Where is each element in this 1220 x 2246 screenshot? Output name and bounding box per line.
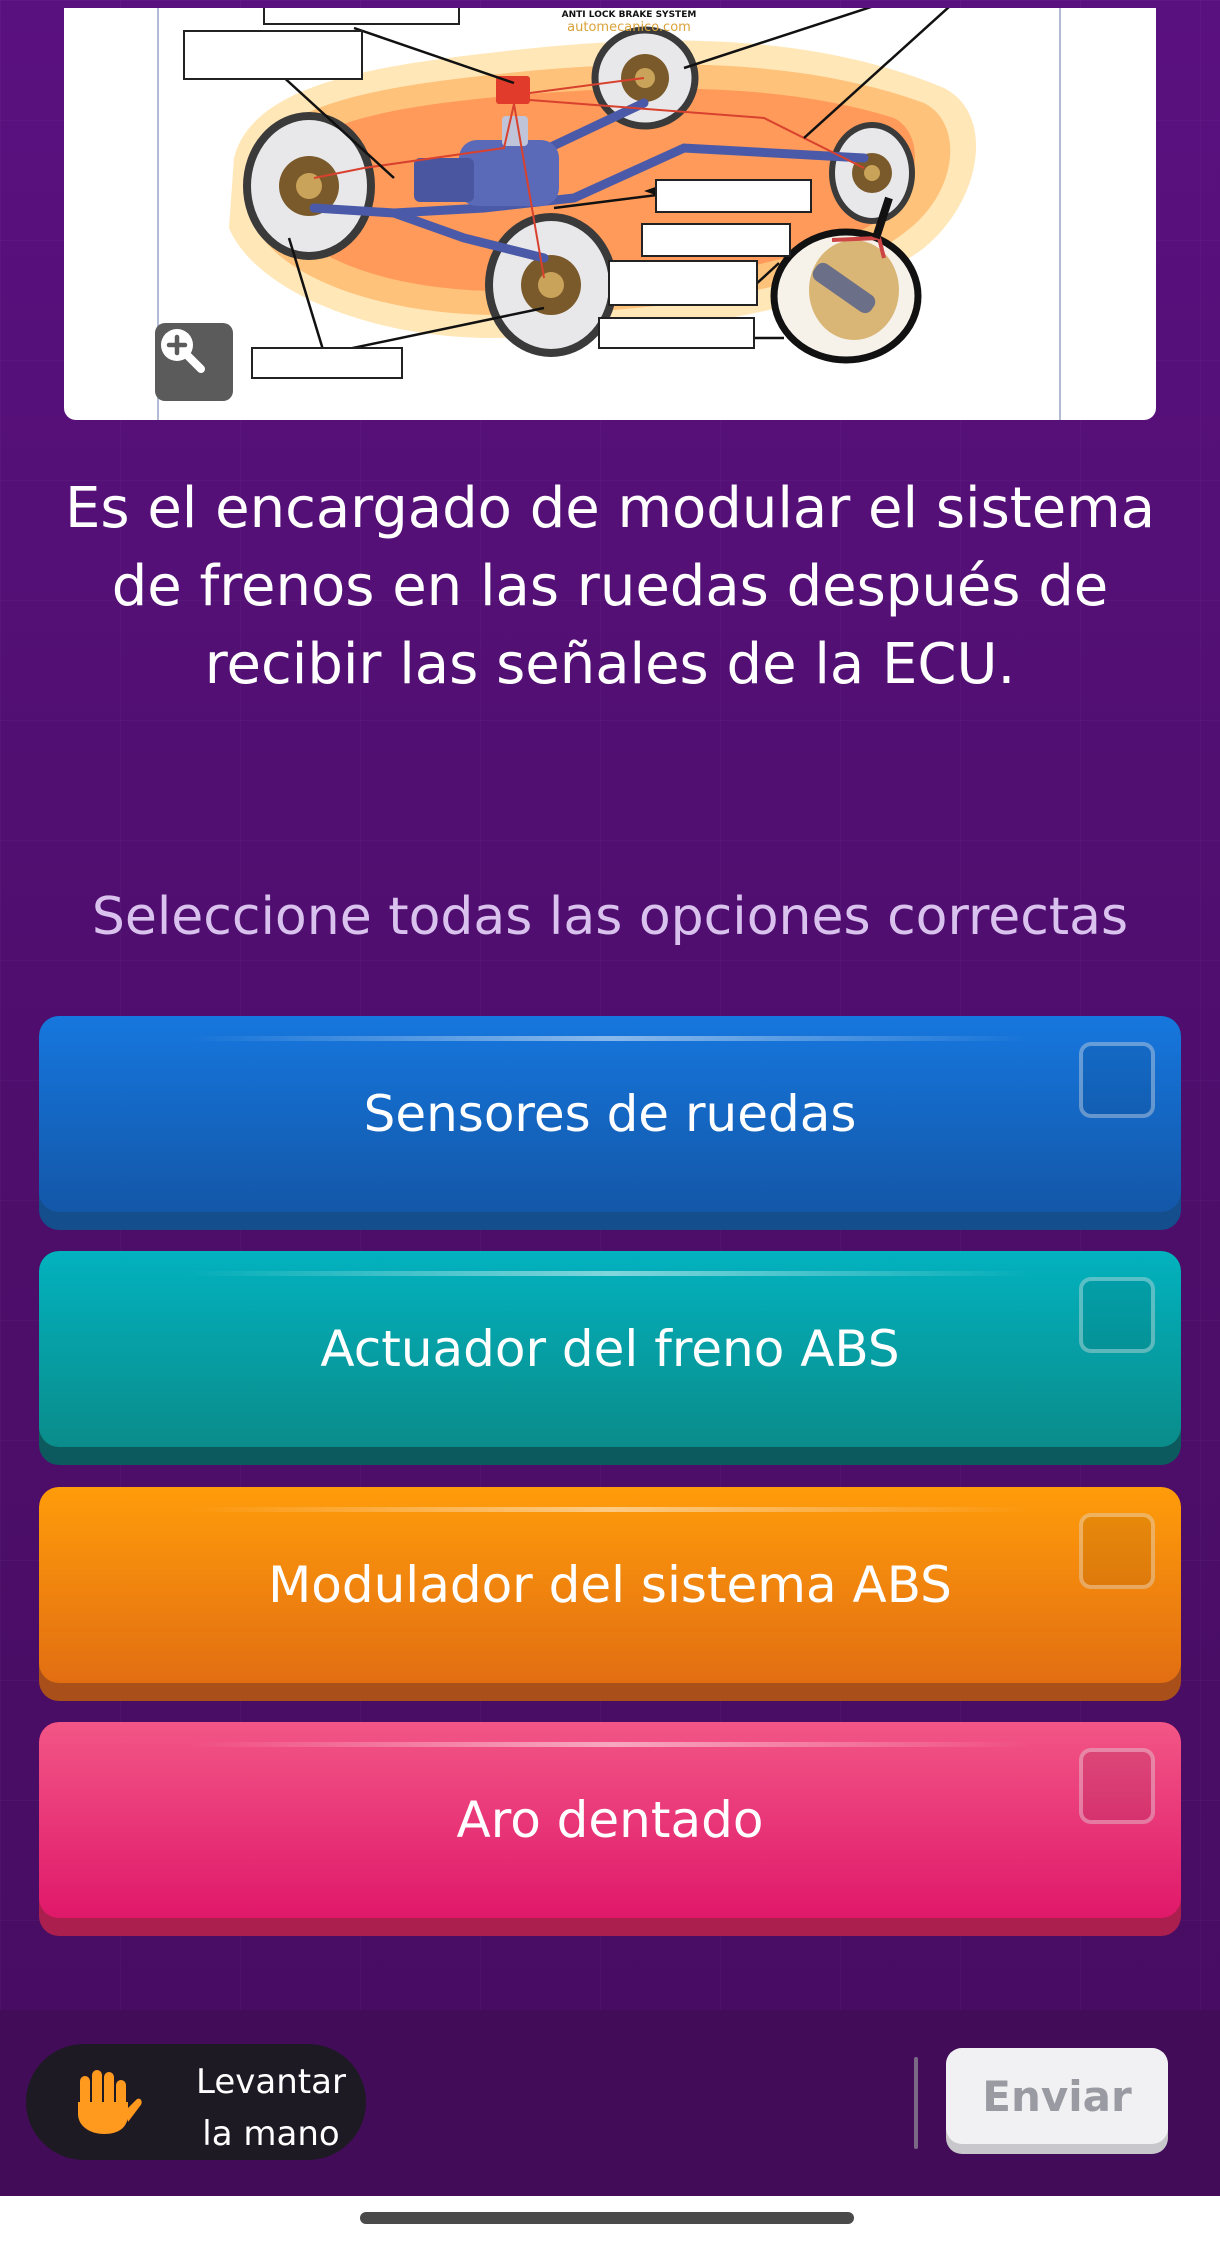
option-label: Sensores de ruedas (363, 1085, 857, 1143)
option-label: Actuador del freno ABS (320, 1320, 900, 1378)
label-box (263, 8, 460, 25)
label-box (598, 317, 755, 349)
submit-button[interactable]: Enviar (946, 2048, 1168, 2154)
wheel-rear-right (829, 122, 915, 224)
wheel-front-left (243, 112, 375, 260)
diagram-title: ANTI LOCK BRAKE SYSTEM (562, 10, 697, 20)
option-checkbox[interactable] (1079, 1748, 1155, 1824)
raise-hand-label-line1: Levantar (196, 2062, 346, 2102)
question-text: Es el encargado de modular el sistema de… (64, 476, 1156, 697)
option-modulador-del-sistema-abs[interactable]: Modulador del sistema ABS (39, 1487, 1181, 1701)
label-box (655, 179, 812, 213)
label-box (183, 30, 363, 80)
option-label: Aro dentado (456, 1791, 764, 1849)
label-box (251, 347, 403, 379)
option-aro-dentado[interactable]: Aro dentado (39, 1722, 1181, 1936)
instruction-text: Seleccione todas las opciones correctas (91, 887, 1129, 947)
wheel-rear-left (485, 213, 617, 357)
raise-hand-button[interactable]: Levantar la mano (26, 2044, 366, 2160)
home-indicator[interactable] (360, 2212, 854, 2224)
raise-hand-label-line2: la mano (202, 2114, 340, 2154)
option-checkbox[interactable] (1079, 1277, 1155, 1353)
footer-divider (914, 2057, 918, 2149)
option-label: Modulador del sistema ABS (268, 1556, 952, 1614)
label-box (608, 260, 758, 306)
question-image[interactable]: ANTI LOCK BRAKE SYSTEM automecanico.com (64, 8, 1156, 420)
hand-icon (78, 2070, 142, 2134)
label-box (641, 223, 791, 257)
option-checkbox[interactable] (1079, 1042, 1155, 1118)
zoom-in-icon (161, 329, 205, 373)
zoom-button[interactable] (155, 323, 233, 401)
option-checkbox[interactable] (1079, 1513, 1155, 1589)
ecu-icon (496, 76, 530, 104)
diagram-watermark: automecanico.com (567, 20, 691, 35)
submit-label: Enviar (946, 2048, 1168, 2144)
option-sensores-de-ruedas[interactable]: Sensores de ruedas (39, 1016, 1181, 1230)
option-actuador-del-freno-abs[interactable]: Actuador del freno ABS (39, 1251, 1181, 1465)
